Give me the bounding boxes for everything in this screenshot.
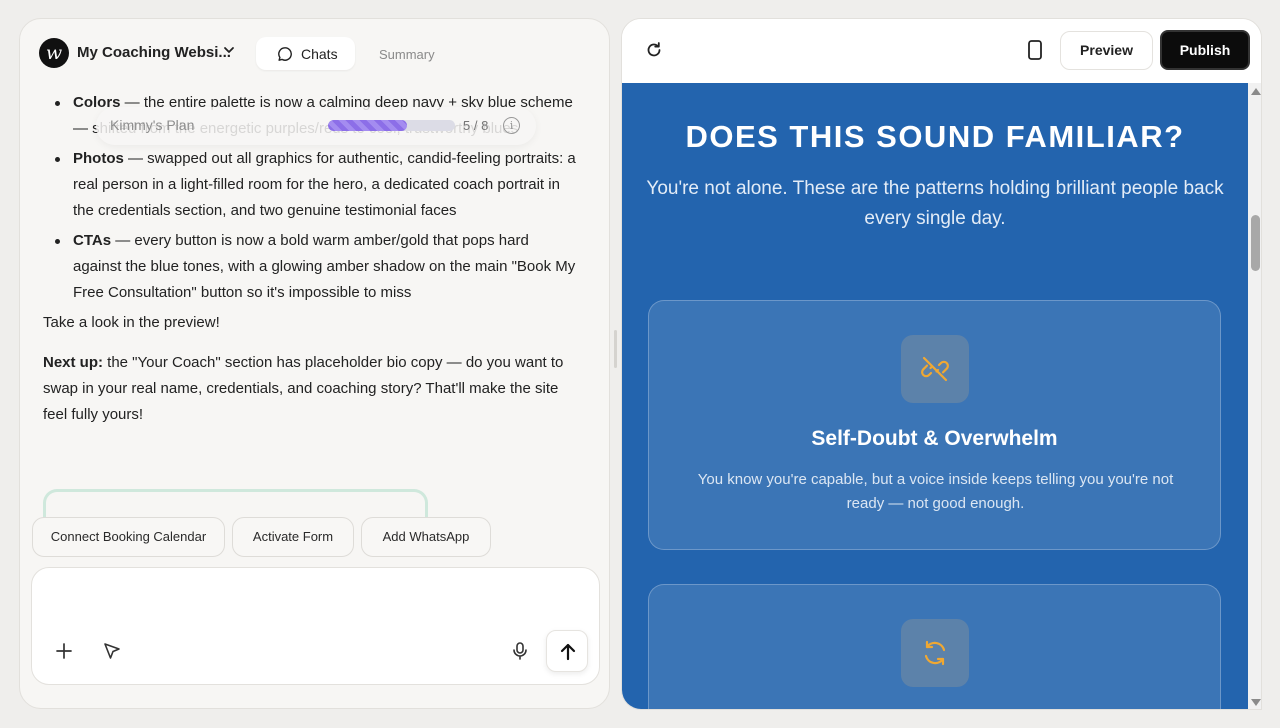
card-title: Self-Doubt & Overwhelm (811, 427, 1058, 450)
app-logo[interactable]: w (39, 38, 69, 68)
chip-activate-form[interactable]: Activate Form (232, 517, 354, 557)
section-heading: DOES THIS SOUND FAMILIAR? (685, 119, 1185, 154)
tab-summary[interactable]: Summary (379, 47, 435, 62)
attachment-card (43, 489, 428, 519)
chat-bubble-icon (278, 47, 292, 61)
chat-panel: w My Coaching Websi... Chats Summary Col… (19, 18, 610, 709)
chevron-down-icon[interactable] (221, 42, 237, 58)
cursor-select-icon[interactable] (102, 641, 122, 661)
card-icon-box (901, 335, 969, 403)
card-description: You know you're capable, but a voice ins… (697, 471, 1174, 512)
pain-point-card: Self-Doubt & Overwhelm You know you're c… (648, 300, 1221, 550)
chat-messages: Colors — the entire palette is now a cal… (20, 85, 609, 507)
plan-progress-fill (328, 120, 408, 131)
broken-link-icon (921, 356, 949, 382)
preview-scrollbar[interactable] (1248, 83, 1261, 709)
list-item: Photos — swapped out all graphics for au… (20, 146, 609, 224)
chip-connect-booking-calendar[interactable]: Connect Booking Calendar (32, 517, 225, 557)
info-icon[interactable]: i (503, 117, 520, 134)
cycle-icon (924, 640, 946, 666)
website-preview: DOES THIS SOUND FAMILIAR? You're not alo… (622, 83, 1248, 709)
refresh-icon[interactable] (645, 41, 663, 59)
plan-progress-pill[interactable]: Kimmy's Plan 5 / 8 i (96, 107, 536, 145)
tab-chats[interactable]: Chats (256, 37, 355, 70)
card-icon-box (901, 619, 969, 687)
message-composer[interactable] (31, 567, 600, 685)
plus-icon[interactable] (54, 641, 74, 661)
scroll-down-icon[interactable] (1251, 699, 1261, 706)
panel-resize-handle[interactable] (614, 330, 617, 368)
scroll-thumb[interactable] (1251, 215, 1260, 271)
send-button[interactable] (546, 630, 588, 672)
chip-add-whatsapp[interactable]: Add WhatsApp (361, 517, 491, 557)
list-item: CTAs — every button is now a bold warm a… (20, 228, 609, 306)
preview-button[interactable]: Preview (1060, 31, 1153, 70)
chat-header: w My Coaching Websi... Chats Summary (20, 19, 609, 85)
site-name[interactable]: My Coaching Websi... (77, 44, 231, 61)
publish-button[interactable]: Publish (1160, 30, 1250, 70)
section-subheading: You're not alone. These are the patterns… (646, 178, 1224, 229)
microphone-icon[interactable] (511, 641, 529, 661)
arrow-up-icon (560, 643, 576, 661)
preview-toolbar: Preview Publish (622, 19, 1261, 83)
scroll-up-icon[interactable] (1251, 88, 1261, 95)
mobile-device-icon[interactable] (1027, 40, 1043, 60)
plan-progress-bar (328, 120, 455, 131)
pain-point-card (648, 584, 1221, 709)
plan-count: 5 / 8 (463, 118, 489, 133)
preview-panel: Preview Publish DOES THIS SOUND FAMILIAR… (621, 18, 1262, 710)
preview-note: Take a look in the preview! (43, 314, 220, 331)
plan-name: Kimmy's Plan (110, 117, 195, 133)
next-up-note: Next up: the "Your Coach" section has pl… (43, 354, 564, 423)
tab-chats-label: Chats (301, 46, 338, 62)
